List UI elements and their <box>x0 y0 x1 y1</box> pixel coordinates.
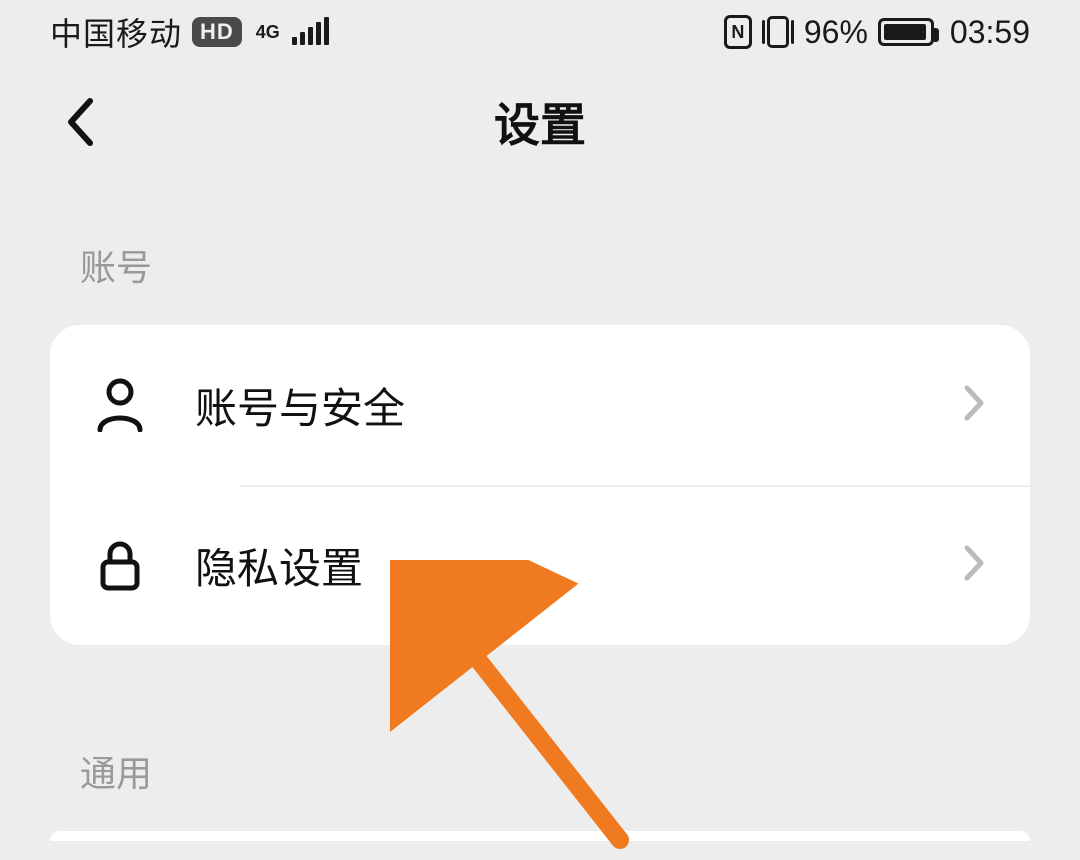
battery-fill <box>884 24 926 40</box>
person-icon <box>95 378 195 432</box>
general-card-top <box>50 831 1030 841</box>
carrier-label: 中国移动 <box>50 9 182 55</box>
status-right: N 96% 03:59 <box>724 14 1030 51</box>
hd-badge: HD <box>192 17 242 47</box>
account-card: 账号与安全 隐私设置 <box>50 325 1030 645</box>
chevron-left-icon <box>65 97 95 147</box>
network-type-label: 4G <box>256 25 280 39</box>
back-button[interactable] <box>50 92 110 152</box>
section-header-general: 通用 <box>0 685 1080 831</box>
battery-icon <box>878 18 934 46</box>
status-left: 中国移动 HD 4G <box>50 9 329 55</box>
status-bar: 中国移动 HD 4G N 96% 03:59 <box>0 0 1080 64</box>
clock-label: 03:59 <box>950 14 1030 51</box>
nfc-icon: N <box>724 15 752 49</box>
lock-icon <box>95 538 195 592</box>
chevron-right-icon <box>963 544 985 587</box>
battery-percent-label: 96% <box>804 14 868 51</box>
page-title: 设置 <box>0 89 1080 155</box>
row-label: 隐私设置 <box>195 535 963 596</box>
vibrate-icon <box>762 16 794 48</box>
signal-bars-icon <box>292 19 329 45</box>
row-account-security[interactable]: 账号与安全 <box>50 325 1030 485</box>
chevron-right-icon <box>963 384 985 427</box>
section-header-account: 账号 <box>0 179 1080 325</box>
row-label: 账号与安全 <box>195 375 963 436</box>
nav-bar: 设置 <box>0 64 1080 179</box>
row-privacy-settings[interactable]: 隐私设置 <box>50 485 1030 645</box>
